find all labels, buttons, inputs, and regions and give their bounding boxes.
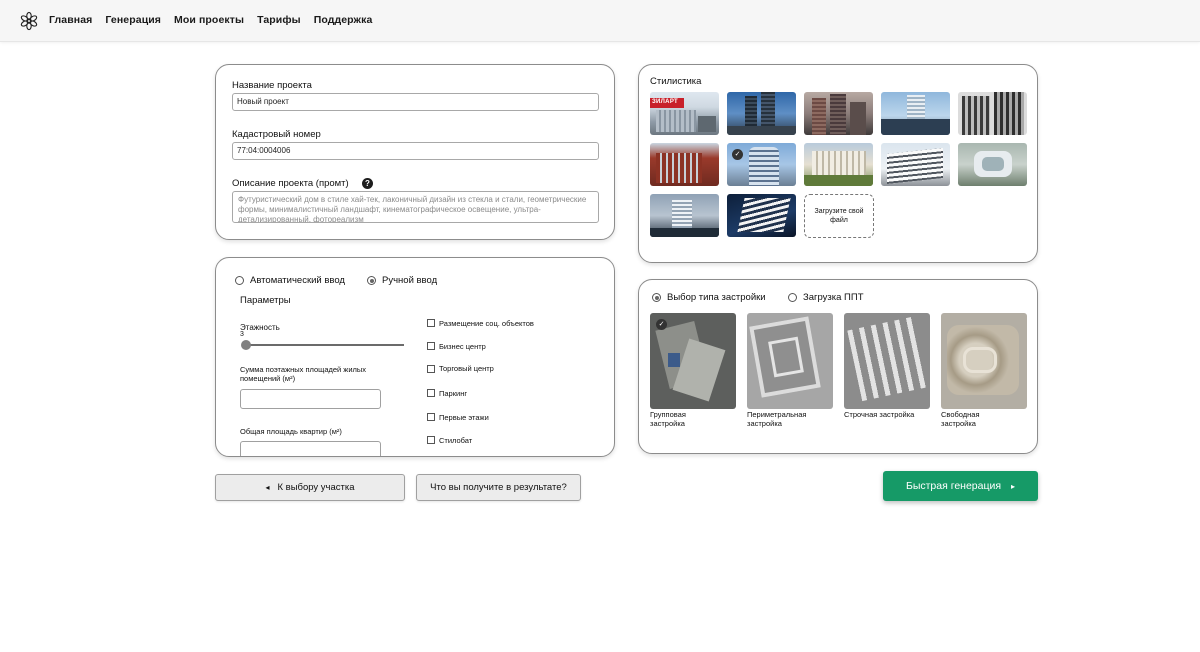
style-thumb-8[interactable]	[804, 143, 873, 186]
parameters-title: Параметры	[240, 295, 291, 306]
upload-style-button[interactable]: Загрузите свой файл	[804, 194, 874, 238]
style-thumb-6[interactable]	[650, 143, 719, 186]
project-name-input[interactable]: Новый проект	[232, 93, 599, 111]
manual-input-radio[interactable]	[367, 276, 376, 285]
plan-label-group: Групповая застройка	[650, 410, 686, 428]
nav-support[interactable]: Поддержка	[314, 14, 373, 26]
plan-label-free: Свободная застройка	[941, 410, 980, 428]
plan-label-perimeter: Периметральная застройка	[747, 410, 807, 428]
checkbox-business-center[interactable]	[427, 342, 435, 350]
checkbox-business-center-label: Бизнес центр	[439, 342, 486, 351]
style-thumb-3[interactable]	[804, 92, 873, 135]
plan-thumb-free[interactable]	[941, 313, 1027, 409]
snowflake-logo-icon[interactable]	[19, 11, 39, 31]
top-navbar: Главная Генерация Мои проекты Тарифы Под…	[0, 0, 1200, 42]
style-thumb-10[interactable]	[958, 143, 1027, 186]
forward-arrow-icon: ▸	[1011, 481, 1016, 491]
building-type-radio-label: Выбор типа застройки	[667, 292, 766, 303]
nav-home[interactable]: Главная	[49, 14, 92, 26]
style-thumb-1[interactable]: ЗИЛАРТ	[650, 92, 719, 135]
building-type-card: Выбор типа застройки Загрузка ППТ ✓ Груп…	[638, 279, 1038, 454]
back-to-plot-button[interactable]: ◂ К выбору участка	[215, 474, 405, 501]
checkbox-shopping-center[interactable]	[427, 365, 435, 373]
ppt-upload-radio[interactable]	[788, 293, 797, 302]
description-label: Описание проекта (промт)	[232, 178, 349, 189]
brand-overlay-text: ЗИЛАРТ	[652, 99, 679, 105]
what-you-get-button[interactable]: Что вы получите в результате?	[416, 474, 581, 501]
living-area-label: Сумма поэтажных площадей жилых помещений…	[240, 365, 367, 383]
manual-input-label: Ручной ввод	[382, 275, 438, 286]
selected-check-icon: ✓	[732, 149, 743, 160]
checkbox-social[interactable]	[427, 319, 435, 327]
style-thumb-4[interactable]	[881, 92, 950, 135]
nav-my-projects[interactable]: Мои проекты	[174, 14, 244, 26]
project-name-label: Название проекта	[232, 80, 312, 91]
style-title: Стилистика	[650, 76, 702, 87]
ppt-upload-radio-label: Загрузка ППТ	[803, 292, 864, 303]
checkbox-social-label: Размещение соц. объектов	[439, 319, 534, 328]
nav-tariffs[interactable]: Тарифы	[257, 14, 301, 26]
selected-plan-check-icon: ✓	[656, 319, 667, 330]
cadastral-number-label: Кадастровый номер	[232, 129, 321, 140]
living-area-input[interactable]	[240, 389, 381, 409]
checkbox-shopping-center-label: Торговый центр	[439, 364, 494, 373]
nav-generation[interactable]: Генерация	[105, 14, 161, 26]
style-thumb-5[interactable]	[958, 92, 1027, 135]
plan-thumb-row[interactable]	[844, 313, 930, 409]
auto-input-label: Автоматический ввод	[250, 275, 345, 286]
quick-generation-label: Быстрая генерация	[905, 480, 1002, 492]
plan-thumb-perimeter[interactable]	[747, 313, 833, 409]
auto-input-radio[interactable]	[235, 276, 244, 285]
style-thumb-9[interactable]	[881, 143, 950, 186]
total-area-label: Общая площадь квартир (м²)	[240, 427, 342, 436]
help-icon[interactable]: ?	[362, 178, 373, 189]
checkbox-first-floors[interactable]	[427, 413, 435, 421]
parameters-card: Автоматический ввод Ручной ввод Параметр…	[215, 257, 615, 457]
floors-label: Этажность	[240, 323, 280, 332]
plan-thumb-group[interactable]: ✓	[650, 313, 736, 409]
description-textarea[interactable]: Футуристический дом в стиле хай-тек, лак…	[232, 191, 599, 223]
floors-value: 3	[240, 331, 244, 338]
what-you-get-label: Что вы получите в результате?	[430, 482, 567, 493]
checkbox-stylobate-label: Стилобат	[439, 436, 473, 445]
back-arrow-icon: ◂	[265, 483, 270, 492]
plan-label-row: Строчная застройка	[844, 410, 915, 419]
cadastral-number-input[interactable]: 77:04:0004006	[232, 142, 599, 160]
checkbox-parking-label: Паркинг	[439, 389, 468, 398]
style-card: Стилистика ЗИЛАРТ ✓ Загрузите свой файл	[638, 64, 1038, 263]
style-thumb-11[interactable]	[650, 194, 719, 237]
main-nav: Главная Генерация Мои проекты Тарифы Под…	[49, 14, 372, 26]
back-to-plot-label: К выбору участка	[277, 482, 355, 493]
floors-slider-thumb[interactable]	[241, 340, 251, 350]
checkbox-parking[interactable]	[427, 389, 435, 397]
project-info-card: Название проекта Новый проект Кадастровы…	[215, 64, 615, 240]
style-thumb-7[interactable]: ✓	[727, 143, 796, 186]
checkbox-first-floors-label: Первые этажи	[439, 413, 489, 422]
quick-generation-button[interactable]: Быстрая генерация ▸	[883, 471, 1038, 501]
building-type-radio[interactable]	[652, 293, 661, 302]
style-thumb-2[interactable]	[727, 92, 796, 135]
style-thumb-12[interactable]	[727, 194, 796, 237]
floors-slider-track[interactable]	[242, 344, 404, 346]
total-area-input[interactable]	[240, 441, 381, 456]
checkbox-stylobate[interactable]	[427, 436, 435, 444]
